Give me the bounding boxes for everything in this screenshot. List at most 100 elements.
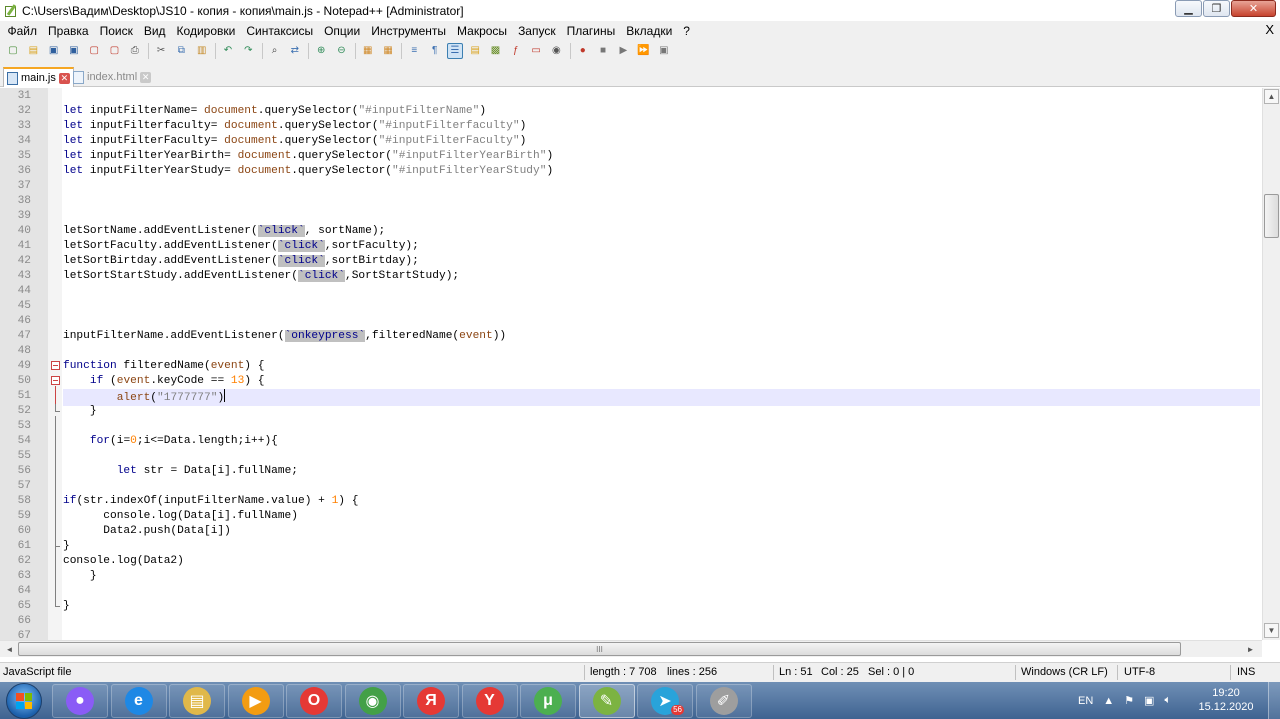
code-text[interactable]: letSortBirtday.addEventListener(`click`,… <box>63 254 1260 269</box>
code-line[interactable]: 50 if (event.keyCode == 13) { <box>0 374 1262 389</box>
chrome-taskbar-button[interactable]: ◉ <box>344 684 401 718</box>
tab-main-js[interactable]: main.js ✕ <box>3 67 74 87</box>
menu-item-8[interactable]: Макросы <box>452 24 513 38</box>
code-line[interactable]: 61} <box>0 539 1262 554</box>
clock[interactable]: 19:20 15.12.2020 <box>1196 686 1256 714</box>
show-desktop-button[interactable] <box>1268 682 1280 719</box>
code-line[interactable]: 53 <box>0 419 1262 434</box>
code-line[interactable]: 66 <box>0 614 1262 629</box>
code-line[interactable]: 34 let inputFilterFaculty= document.query… <box>0 134 1262 149</box>
code-text[interactable]: } <box>63 539 1260 554</box>
code-line[interactable]: 36 let inputFilterYearStudy= document.que… <box>0 164 1262 179</box>
code-line[interactable]: 49 function filteredName(event) { <box>0 359 1262 374</box>
code-line[interactable]: 56 let str = Data[i].fullName; <box>0 464 1262 479</box>
yandex-browser-taskbar-button[interactable]: Y <box>461 684 518 718</box>
horizontal-scroll-thumb[interactable]: III <box>18 642 1181 656</box>
code-line[interactable]: 42 letSortBirtday.addEventListener(`click… <box>0 254 1262 269</box>
menu-item-6[interactable]: Опции <box>319 24 366 38</box>
code-line[interactable]: 32 let inputFilterName= document.querySel… <box>0 104 1262 119</box>
code-text[interactable]: } <box>63 404 1260 419</box>
code-text[interactable]: let inputFilterName= document.querySelec… <box>63 104 1260 119</box>
code-line[interactable]: 57 <box>0 479 1262 494</box>
menu-item-11[interactable]: Вкладки <box>621 24 678 38</box>
menu-item-10[interactable]: Плагины <box>561 24 621 38</box>
sync-horizontal-icon[interactable]: ▦ <box>380 43 396 59</box>
scroll-down-button[interactable]: ▼ <box>1264 623 1279 638</box>
code-line[interactable]: 40 letSortName.addEventListener(`click`, … <box>0 224 1262 239</box>
user-language-icon[interactable]: ▤ <box>467 43 483 59</box>
code-text[interactable]: let inputFilterYearStudy= document.query… <box>63 164 1260 179</box>
code-text[interactable]: letSortStartStudy.addEventListener(`clic… <box>63 269 1260 284</box>
code-line[interactable]: 51 alert("1777777") <box>0 389 1262 406</box>
code-editor[interactable]: 31 32 let inputFilterName= document.queryS… <box>0 88 1262 640</box>
menu-item-3[interactable]: Вид <box>138 24 171 38</box>
play-macro-icon[interactable]: ▶ <box>615 43 631 59</box>
code-line[interactable]: 43 letSortStartStudy.addEventListener(`cl… <box>0 269 1262 284</box>
scroll-right-button[interactable]: ► <box>1243 642 1258 656</box>
redo-icon[interactable]: ↷ <box>240 43 256 59</box>
record-macro-icon[interactable]: ● <box>575 43 591 59</box>
code-line[interactable]: 54 for(i=0;i<=Data.length;i++){ <box>0 434 1262 449</box>
save-icon[interactable]: ▣ <box>46 43 62 59</box>
code-text[interactable]: inputFilterName.addEventListener(`onkeyp… <box>63 329 1260 344</box>
monitoring-icon[interactable]: ◉ <box>548 43 564 59</box>
code-line[interactable]: 58 if(str.indexOf(inputFilterName.value) … <box>0 494 1262 509</box>
code-line[interactable]: 33 let inputFilterfaculty= document.query… <box>0 119 1262 134</box>
tab-close-icon[interactable]: ✕ <box>58 72 70 84</box>
function-list-icon[interactable]: ƒ <box>508 43 524 59</box>
code-text[interactable]: let inputFilterFaculty= document.querySe… <box>63 134 1260 149</box>
cut-icon[interactable]: ✂ <box>153 43 169 59</box>
code-line[interactable]: 45 <box>0 299 1262 314</box>
code-text[interactable]: console.log(Data[i].fullName) <box>63 509 1260 524</box>
code-line[interactable]: 46 <box>0 314 1262 329</box>
code-line[interactable]: 31 <box>0 89 1262 104</box>
menu-item-12[interactable]: ? <box>678 24 696 38</box>
code-line[interactable]: 48 <box>0 344 1262 359</box>
code-line[interactable]: 38 <box>0 194 1262 209</box>
volume-icon[interactable]: 🔈︎ <box>1164 694 1171 707</box>
file-explorer-taskbar-button[interactable]: ▤ <box>169 684 225 718</box>
menu-item-0[interactable]: Файл <box>2 24 43 38</box>
word-wrap-icon[interactable]: ≡ <box>406 43 422 59</box>
menu-item-5[interactable]: Синтаксисы <box>241 24 319 38</box>
close-all-icon[interactable]: ▢ <box>106 43 122 59</box>
notepad-plus-plus-taskbar-button[interactable]: ✎ <box>578 684 635 718</box>
indent-guide-icon[interactable]: ☰ <box>446 43 463 59</box>
replace-icon[interactable]: ⇄ <box>287 43 303 59</box>
save-all-icon[interactable]: ▣ <box>66 43 82 59</box>
code-line[interactable]: 62 console.log(Data2) <box>0 554 1262 569</box>
code-line[interactable]: 67 <box>0 629 1262 640</box>
close-file-icon[interactable]: ▢ <box>86 43 102 59</box>
copy-icon[interactable]: ⧉ <box>173 43 189 59</box>
code-text[interactable]: let str = Data[i].fullName; <box>63 464 1260 479</box>
stop-macro-icon[interactable]: ■ <box>595 43 611 59</box>
menu-item-7[interactable]: Инструменты <box>366 24 452 38</box>
find-icon[interactable]: ⌕ <box>267 43 283 59</box>
code-text[interactable]: let inputFilterYearBirth= document.query… <box>63 149 1260 164</box>
alice-assistant-taskbar-button[interactable]: ● <box>52 684 108 718</box>
code-line[interactable]: 47 inputFilterName.addEventListener(`onke… <box>0 329 1262 344</box>
restore-button[interactable]: ❐ <box>1203 0 1230 17</box>
code-line[interactable]: 37 <box>0 179 1262 194</box>
code-text[interactable]: let inputFilterfaculty= document.querySe… <box>63 119 1260 134</box>
code-text[interactable]: letSortName.addEventListener(`click`, so… <box>63 224 1260 239</box>
code-text[interactable]: if(str.indexOf(inputFilterName.value) + … <box>63 494 1260 509</box>
fold-toggle-icon[interactable] <box>51 376 60 385</box>
zoom-out-icon[interactable]: ⊖ <box>333 43 349 59</box>
code-line[interactable]: 64 <box>0 584 1262 599</box>
save-macro-icon[interactable]: ▣ <box>656 43 672 59</box>
code-text[interactable]: } <box>63 569 1260 584</box>
tab-index-html[interactable]: index.html ✕ <box>70 67 154 87</box>
zoom-in-icon[interactable]: ⊕ <box>313 43 329 59</box>
vertical-scrollbar[interactable]: ▲ ▼ <box>1262 88 1280 640</box>
vertical-scroll-thumb[interactable] <box>1264 194 1279 238</box>
new-file-icon[interactable]: ▢ <box>5 43 21 59</box>
menu-item-2[interactable]: Поиск <box>94 24 138 38</box>
sync-vertical-icon[interactable]: ▦ <box>360 43 376 59</box>
code-line[interactable]: 35 let inputFilterYearBirth= document.que… <box>0 149 1262 164</box>
print-icon[interactable]: ⎙ <box>127 43 143 59</box>
show-all-chars-icon[interactable]: ¶ <box>427 43 443 59</box>
scroll-up-button[interactable]: ▲ <box>1264 89 1279 104</box>
code-line[interactable]: 41 letSortFaculty.addEventListener(`click… <box>0 239 1262 254</box>
start-button[interactable] <box>6 683 42 719</box>
